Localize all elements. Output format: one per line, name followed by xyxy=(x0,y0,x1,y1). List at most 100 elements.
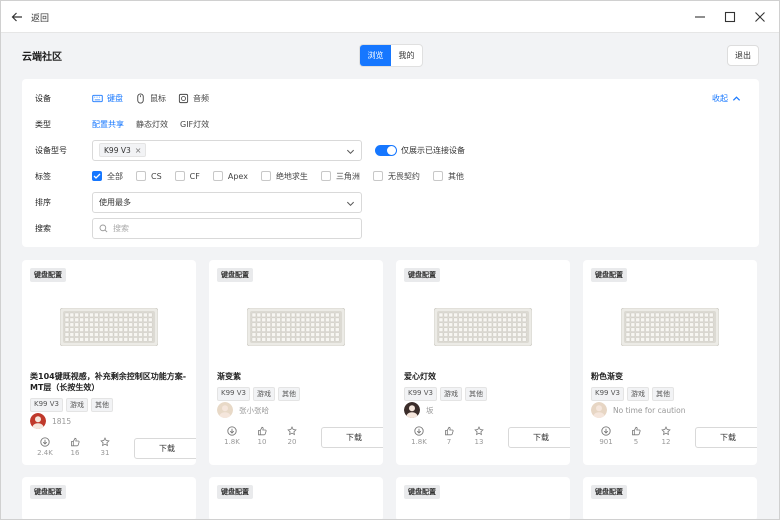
card-author[interactable]: No time for caution xyxy=(591,402,685,418)
author-name: 张小张哈 xyxy=(239,405,269,415)
search-icon xyxy=(99,224,108,232)
card-category-tag: 键盘配置 xyxy=(591,485,627,499)
config-card[interactable]: 键盘配置 xyxy=(583,477,757,519)
maximize-icon xyxy=(724,11,736,23)
tab-browse[interactable]: 浏览 xyxy=(360,45,391,66)
config-card[interactable]: 键盘配置 类104键既视感，补充剩余控制区功能方案-MT层（长按生效） K99 V3… xyxy=(22,260,196,465)
stat-download-count[interactable]: 2.4K xyxy=(30,437,60,457)
config-card[interactable]: 键盘配置 xyxy=(209,477,383,519)
config-card[interactable]: 键盘配置 粉色渐变 K99 V3 游戏 其他 No time for caution 9… xyxy=(583,260,757,465)
author-name: No time for caution xyxy=(613,405,686,415)
card-tag: K99 V3 xyxy=(591,387,624,401)
config-card[interactable]: 键盘配置 xyxy=(22,477,196,519)
model-chip: K99 V3 × xyxy=(99,143,147,157)
card-author[interactable]: 坂 xyxy=(404,402,434,418)
device-option-label: 音频 xyxy=(193,93,209,103)
avatar xyxy=(404,402,420,418)
stat-star[interactable]: 12 xyxy=(651,426,681,446)
config-card[interactable]: 键盘配置 渐变紫 K99 V3 游戏 其他 张小张哈 1.8K 10 20 下载 xyxy=(209,260,383,465)
card-title: 粉色渐变 xyxy=(591,372,623,381)
tag-checkbox-delta[interactable]: 三角洲 xyxy=(320,171,360,182)
view-switch: 浏览 我的 xyxy=(359,44,423,67)
device-option-audio[interactable]: 音频 xyxy=(178,93,209,104)
avatar xyxy=(591,402,607,418)
stat-download-count[interactable]: 1.8K xyxy=(404,426,434,446)
type-option-share[interactable]: 配置共享 xyxy=(92,119,124,130)
type-option-gif[interactable]: GIF灯效 xyxy=(180,119,209,130)
download-button[interactable]: 下载 xyxy=(134,438,196,459)
minimize-button[interactable] xyxy=(690,7,710,27)
mouse-icon xyxy=(137,92,144,104)
stat-download-count[interactable]: 1.8K xyxy=(217,426,247,446)
type-row: 类型 配置共享 静态灯效 GIF灯效 xyxy=(22,113,759,135)
stat-thumbs-up[interactable]: 10 xyxy=(247,426,277,446)
type-option-static[interactable]: 静态灯效 xyxy=(136,119,168,130)
stat-value: 2.4K xyxy=(37,449,53,457)
tag-checkbox-cs[interactable]: CS xyxy=(136,171,162,181)
tag-checkbox-apex[interactable]: Apex xyxy=(212,171,248,181)
card-author[interactable]: 1815 xyxy=(30,413,71,429)
exit-button[interactable]: 退出 xyxy=(727,45,759,66)
thumbs-up-icon xyxy=(258,426,267,436)
download-button[interactable]: 下载 xyxy=(695,427,757,448)
stat-thumbs-up[interactable]: 16 xyxy=(60,437,90,457)
search-row: 搜索 xyxy=(22,217,759,239)
device-option-label: 键盘 xyxy=(107,93,123,103)
tag-checkbox-valorant[interactable]: 无畏契约 xyxy=(372,171,420,182)
card-title: 爱心灯效 xyxy=(404,372,436,381)
card-tags: K99 V3 游戏 其他 xyxy=(217,387,300,401)
tag-checkbox-pubg[interactable]: 绝地求生 xyxy=(260,171,308,182)
stat-star[interactable]: 31 xyxy=(90,437,120,457)
checkbox-icon xyxy=(174,171,185,181)
checkbox-icon xyxy=(432,171,443,181)
title-bar: 返回 xyxy=(1,1,779,33)
card-tags: K99 V3 游戏 其他 xyxy=(404,387,487,401)
stat-thumbs-up[interactable]: 5 xyxy=(621,426,651,446)
stat-value: 1.8K xyxy=(224,438,240,446)
stat-value: 31 xyxy=(100,449,110,457)
arrow-left-icon xyxy=(11,12,22,22)
tab-mine[interactable]: 我的 xyxy=(391,45,422,66)
stat-star[interactable]: 20 xyxy=(277,426,307,446)
tag-checkbox-other[interactable]: 其他 xyxy=(432,171,464,182)
checkbox-icon xyxy=(136,171,146,181)
config-card[interactable]: 键盘配置 爱心灯效 K99 V3 游戏 其他 坂 1.8K 7 13 下载 xyxy=(396,260,570,465)
chip-remove-icon[interactable]: × xyxy=(135,146,142,155)
device-option-mouse[interactable]: 鼠标 xyxy=(135,92,166,104)
download-button[interactable]: 下载 xyxy=(508,427,570,448)
tag-checkbox-all[interactable]: 全部 xyxy=(92,171,123,182)
stat-star[interactable]: 13 xyxy=(464,426,494,446)
download-count-icon xyxy=(414,426,424,436)
stat-download-count[interactable]: 901 xyxy=(591,426,621,446)
model-select[interactable]: K99 V3 × xyxy=(92,139,362,161)
sort-select[interactable]: 使用最多 xyxy=(92,191,362,213)
search-input[interactable] xyxy=(113,223,355,233)
card-stats: 1.8K 7 13 xyxy=(404,426,494,446)
stat-thumbs-up[interactable]: 7 xyxy=(434,426,464,446)
close-button[interactable] xyxy=(750,7,770,27)
config-card[interactable]: 键盘配置 xyxy=(396,477,570,519)
connected-only-toggle[interactable] xyxy=(375,144,397,156)
download-button[interactable]: 下载 xyxy=(321,427,383,448)
star-icon xyxy=(661,426,671,436)
tag-checkbox-cf[interactable]: CF xyxy=(174,171,200,181)
back-button[interactable]: 返回 xyxy=(11,9,49,25)
tag-checkbox-label: CS xyxy=(151,171,162,181)
keyboard-preview-image xyxy=(60,308,158,346)
card-author[interactable]: 张小张哈 xyxy=(217,402,269,418)
star-icon xyxy=(287,426,297,436)
checkbox-icon xyxy=(372,171,383,181)
filter-panel: 设备 键盘 鼠标 音频 收起 类型 配置共享 静态灯效 GIF灯效 设备型号 K… xyxy=(22,79,759,247)
device-option-keyboard[interactable]: 键盘 xyxy=(92,93,123,104)
card-tag: 游戏 xyxy=(626,387,649,401)
card-category-tag: 键盘配置 xyxy=(30,485,66,499)
search-box xyxy=(92,217,362,239)
maximize-button[interactable] xyxy=(720,7,740,27)
type-label: 类型 xyxy=(35,119,51,129)
sort-row: 排序 使用最多 xyxy=(22,191,759,213)
collapse-button[interactable]: 收起 xyxy=(712,93,741,104)
tag-checkbox-label: CF xyxy=(189,171,200,181)
card-tag: 其他 xyxy=(651,387,674,401)
stat-value: 10 xyxy=(257,438,267,446)
device-label: 设备 xyxy=(35,93,51,103)
